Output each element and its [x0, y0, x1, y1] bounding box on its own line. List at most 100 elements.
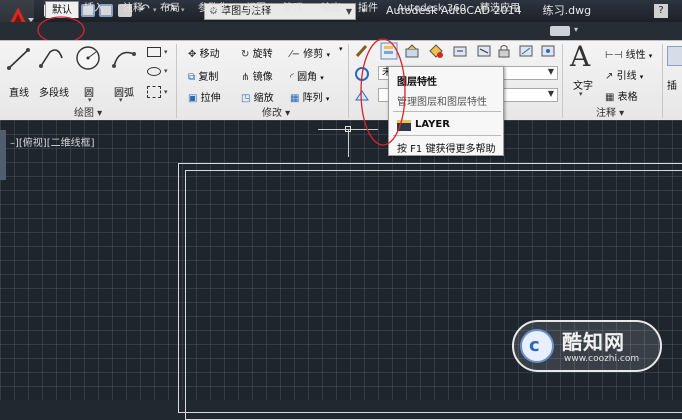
ribbon-options-icon[interactable]: ▾ [574, 25, 578, 34]
crosshair-vertical [348, 129, 349, 157]
tooltip-divider [393, 135, 501, 136]
tooltip-help: 按 F1 键获得更多帮助 [397, 144, 496, 155]
mirror-icon: ⋔ [241, 72, 250, 83]
tab-parametric[interactable]: 参数化 [198, 0, 228, 18]
leader-label: 引线 [616, 71, 637, 82]
undo-dropdown-icon[interactable]: ▾ [153, 6, 157, 14]
arc-button-label[interactable]: 圆弧 [114, 84, 134, 99]
linear-dimension-icon: ⊢⊣ [605, 50, 623, 61]
copy-icon: ⧉ [188, 72, 196, 83]
rotate-label: 旋转 [252, 49, 273, 60]
text-button-label[interactable]: 文字 [573, 77, 593, 92]
circle-icon[interactable] [74, 44, 102, 72]
panel-divider [348, 44, 349, 118]
tab-featured-apps[interactable]: 精选应用 [480, 0, 520, 18]
polyline-icon[interactable] [38, 46, 68, 72]
table-button[interactable]: ▦ 表格 [605, 88, 638, 103]
move-label: 移动 [199, 49, 220, 60]
viewport-controls[interactable]: –][俯视][二维线框] [10, 134, 95, 149]
insert-block-icon[interactable] [667, 46, 682, 66]
watermark-name: 酷知网 [562, 330, 625, 354]
hatch-icon[interactable] [147, 86, 161, 98]
fillet-icon: ◜ [290, 72, 294, 83]
scale-label: 缩放 [253, 93, 274, 104]
modify-extra-dropdown-icon[interactable]: ▾ [339, 45, 343, 53]
redo-dropdown-icon[interactable]: ▾ [181, 6, 185, 14]
linear-label: 线性 [625, 50, 646, 61]
rotate-button[interactable]: ↻ 旋转 [241, 45, 273, 60]
trim-label: 修剪 [303, 49, 324, 60]
copy-button[interactable]: ⧉ 复制 [188, 68, 218, 83]
hatch-dropdown-icon[interactable]: ▾ [164, 88, 168, 96]
array-label: 阵列 [302, 93, 323, 104]
table-label: 表格 [617, 92, 638, 103]
text-dropdown-icon[interactable]: ▾ [579, 90, 583, 98]
layer-isolate-icon[interactable] [452, 43, 468, 59]
drawing-frame-inner [185, 170, 682, 420]
ellipse-icon[interactable] [147, 67, 161, 76]
mirror-label: 镜像 [252, 72, 273, 83]
info-icon[interactable]: ? [654, 4, 668, 18]
move-button[interactable]: ✥ 移动 [188, 45, 220, 60]
line-icon[interactable] [6, 46, 32, 72]
panel-divider [662, 44, 663, 118]
copy-label: 复制 [198, 72, 219, 83]
polyline-button-label[interactable]: 多段线 [39, 84, 69, 99]
tab-layout[interactable]: 布局 [160, 0, 180, 18]
fillet-button[interactable]: ◜ 圆角 ▾ [290, 68, 324, 83]
panel-divider [176, 44, 177, 118]
array-button[interactable]: ▦ 阵列 ▾ [290, 89, 329, 104]
tooltip-command: LAYER [415, 119, 450, 130]
chevron-down-icon: ▼ [547, 67, 554, 76]
rectangle-dropdown-icon[interactable]: ▾ [164, 48, 168, 56]
line-button-label[interactable]: 直线 [9, 84, 29, 99]
tab-annotate[interactable]: 注释 [123, 0, 143, 18]
stretch-button[interactable]: ▣ 拉伸 [188, 89, 221, 104]
insert-button-label[interactable]: 插 [667, 77, 677, 92]
rectangle-icon[interactable] [147, 47, 161, 57]
draw-panel-title[interactable]: 绘图 ▾ [74, 108, 102, 120]
trim-button[interactable]: ⁄− 修剪 ▾ [290, 45, 330, 60]
ribbon-minimize-button[interactable] [550, 26, 570, 36]
trim-line-icon: − [291, 49, 301, 60]
linear-dimension-button[interactable]: ⊢⊣ 线性 ▾ [605, 46, 652, 61]
tab-insert[interactable]: 插入 [84, 0, 104, 18]
watermark-url: www.coozhi.com [564, 354, 640, 364]
file-name: 练习.dwg [542, 4, 592, 17]
panel-divider [562, 44, 563, 118]
leader-button[interactable]: ↗ 引线 ▾ [605, 67, 643, 82]
linear-dropdown-icon: ▾ [648, 52, 653, 60]
table-icon: ▦ [605, 92, 615, 103]
layer-freeze-icon[interactable] [476, 43, 492, 59]
circle-dropdown-icon[interactable]: ▾ [88, 96, 92, 104]
rotate-icon: ↻ [241, 49, 250, 60]
layer-lock-icon[interactable] [496, 43, 512, 59]
text-icon[interactable]: A [570, 42, 590, 72]
modify-panel-title[interactable]: 修改 ▾ [262, 108, 290, 120]
move-icon: ✥ [188, 49, 197, 60]
watermark-badge: c 酷知网 www.coozhi.com [512, 320, 662, 372]
annotation-panel-title[interactable]: 注释 ▾ [596, 108, 624, 120]
layer-off-icon[interactable] [428, 43, 444, 59]
fillet-dropdown-icon: ▾ [320, 74, 324, 82]
chevron-down-icon: ▼ [345, 7, 352, 16]
arc-icon[interactable] [111, 46, 137, 72]
tab-output[interactable]: 输出 [321, 0, 341, 18]
mirror-button[interactable]: ⋔ 镜像 [241, 68, 273, 83]
stretch-icon: ▣ [188, 93, 198, 104]
trim-dropdown-icon: ▾ [326, 51, 330, 59]
arc-dropdown-icon[interactable]: ▾ [119, 96, 123, 104]
viewport-side-handle[interactable] [0, 130, 6, 180]
tab-view[interactable]: 视图 [246, 0, 266, 18]
ellipse-dropdown-icon[interactable]: ▾ [164, 67, 168, 75]
watermark-logo-icon: c [520, 329, 554, 363]
tab-manage[interactable]: 管理 [283, 0, 303, 18]
layer-previous-icon[interactable] [540, 43, 556, 59]
leader-icon: ↗ [605, 71, 614, 82]
layer-match-icon[interactable] [518, 43, 534, 59]
tab-plugins[interactable]: 插件 [358, 0, 378, 18]
tab-bar-left-fill [0, 22, 34, 40]
tooltip-description: 管理图层和图层特性 [397, 97, 487, 108]
tab-autodesk-360[interactable]: Autodesk 360 [397, 0, 466, 18]
scale-button[interactable]: ◳ 缩放 [241, 89, 274, 104]
